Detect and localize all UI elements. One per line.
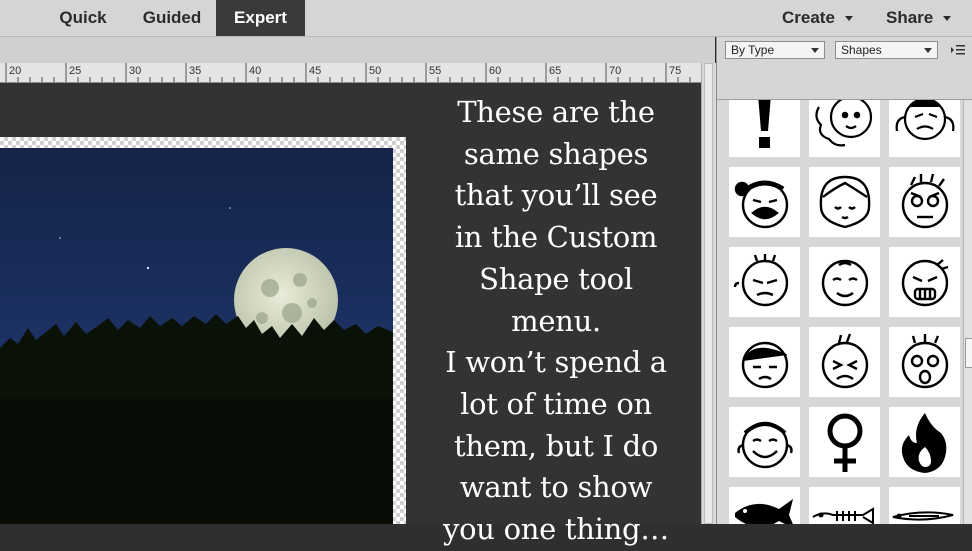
shocked-face-shape-icon	[901, 334, 949, 389]
ruler-label: 25	[69, 65, 82, 77]
shape-tile-angry-spiky-face[interactable]	[889, 167, 960, 237]
shape-tile-sad-girl-face[interactable]	[729, 327, 800, 397]
smiling-bald-face-shape-icon	[821, 259, 869, 307]
fire-shape-icon	[901, 413, 947, 473]
ruler-label: 75	[669, 65, 682, 77]
panel-menu-icon[interactable]	[950, 43, 966, 57]
fish-shape-icon	[735, 499, 793, 524]
fish-skeleton-shape-icon	[812, 507, 874, 524]
ruler-label: 45	[309, 65, 322, 77]
create-label: Create	[782, 8, 835, 27]
callout-line: want to show	[459, 470, 653, 505]
shape-tile-long-fish[interactable]	[889, 487, 960, 524]
wincing-face-shape-icon	[821, 333, 869, 389]
chevron-down-icon	[844, 16, 853, 22]
share-label: Share	[886, 8, 934, 27]
scrollbar-thumb[interactable]	[704, 63, 713, 524]
callout-line: same shapes	[463, 136, 649, 171]
ruler-ticks	[5, 63, 691, 82]
shape-tile-grinning-face[interactable]	[729, 407, 800, 477]
bob-hair-face-shape-icon	[819, 175, 871, 229]
shape-tile-pigtail-girl-face[interactable]	[889, 100, 960, 157]
create-menu-button[interactable]: Create	[782, 0, 853, 36]
panel-scrollbar-thumb[interactable]	[965, 338, 972, 368]
category-dropdown[interactable]: Shapes	[835, 41, 938, 59]
shape-tile-fish[interactable]	[729, 487, 800, 524]
ruler-label: 50	[369, 65, 382, 77]
category-value: Shapes	[841, 43, 882, 57]
mode-bar: Quick Guided Expert Create Share	[0, 0, 972, 37]
shape-grid	[717, 100, 963, 524]
ruler-label: 30	[129, 65, 142, 77]
callout-line: lot of time on	[460, 386, 652, 421]
callout-text: These are the same shapes that you’ll se…	[430, 92, 682, 551]
callout-line: in the Custom	[454, 220, 658, 255]
crying-bun-face-shape-icon	[734, 180, 789, 229]
tab-guided[interactable]: Guided	[128, 0, 216, 36]
ruler-label: 20	[9, 65, 22, 77]
shape-tile-annoyed-face[interactable]	[729, 247, 800, 317]
ruler-label: 35	[189, 65, 202, 77]
horizontal-ruler[interactable]: 20 25 30 35 40 45 50 55 60 65 70 75	[0, 63, 701, 83]
ruler-label: 60	[489, 65, 502, 77]
tab-expert[interactable]: Expert	[216, 0, 305, 36]
grinning-face-shape-icon	[737, 421, 793, 469]
filter-type-value: By Type	[731, 43, 775, 57]
graphics-panel: By Type Shapes	[716, 37, 972, 524]
filter-type-dropdown[interactable]: By Type	[725, 41, 825, 59]
ruler-label: 40	[249, 65, 262, 77]
shape-tile-furious-face[interactable]	[889, 247, 960, 317]
document-tab-strip	[0, 37, 715, 64]
shape-tile-crying-bun-face[interactable]	[729, 167, 800, 237]
ruler-label: 70	[609, 65, 622, 77]
ruler-label: 65	[549, 65, 562, 77]
callout-line: them, but I do	[453, 428, 659, 463]
long-fish-shape-icon	[892, 511, 954, 521]
annoyed-face-shape-icon	[733, 254, 789, 307]
callout-line: These are the	[457, 95, 655, 129]
shape-tile-curly-girl-face[interactable]	[809, 100, 880, 157]
dropdown-arrow-icon	[924, 48, 932, 53]
callout-line: that you’ll see	[454, 178, 658, 213]
dropdown-arrow-icon	[811, 48, 819, 53]
share-menu-button[interactable]: Share	[886, 0, 952, 36]
callout-line: you one thing…	[443, 512, 669, 547]
callout-line: Shape tool menu.	[479, 261, 633, 338]
shape-tile-wincing-face[interactable]	[809, 327, 880, 397]
curly-girl-face-shape-icon	[815, 100, 873, 147]
female-symbol-shape-icon	[827, 413, 863, 472]
shape-tile-bob-hair-face[interactable]	[809, 167, 880, 237]
shape-tile-smiling-bald-face[interactable]	[809, 247, 880, 317]
ruler-label: 55	[429, 65, 442, 77]
shape-tile-female-symbol[interactable]	[809, 407, 880, 477]
night-moon-image	[0, 148, 393, 524]
callout-line: I won’t spend a	[445, 345, 667, 380]
furious-face-shape-icon	[901, 259, 949, 307]
shape-tile-exclamation[interactable]	[729, 100, 800, 157]
tab-quick[interactable]: Quick	[44, 0, 122, 36]
panel-scrollbar[interactable]	[963, 100, 972, 524]
shape-tile-fire[interactable]	[889, 407, 960, 477]
exclamation-shape-icon	[758, 100, 771, 148]
document-vertical-scrollbar[interactable]	[701, 63, 716, 524]
shape-tile-shocked-face[interactable]	[889, 327, 960, 397]
chevron-down-icon	[943, 16, 952, 22]
angry-spiky-face-shape-icon	[901, 173, 949, 229]
sad-girl-face-shape-icon	[741, 341, 789, 389]
pigtail-girl-face-shape-icon	[895, 100, 955, 141]
shape-tile-fish-skeleton[interactable]	[809, 487, 880, 524]
moon-photo-layer[interactable]	[0, 148, 393, 524]
